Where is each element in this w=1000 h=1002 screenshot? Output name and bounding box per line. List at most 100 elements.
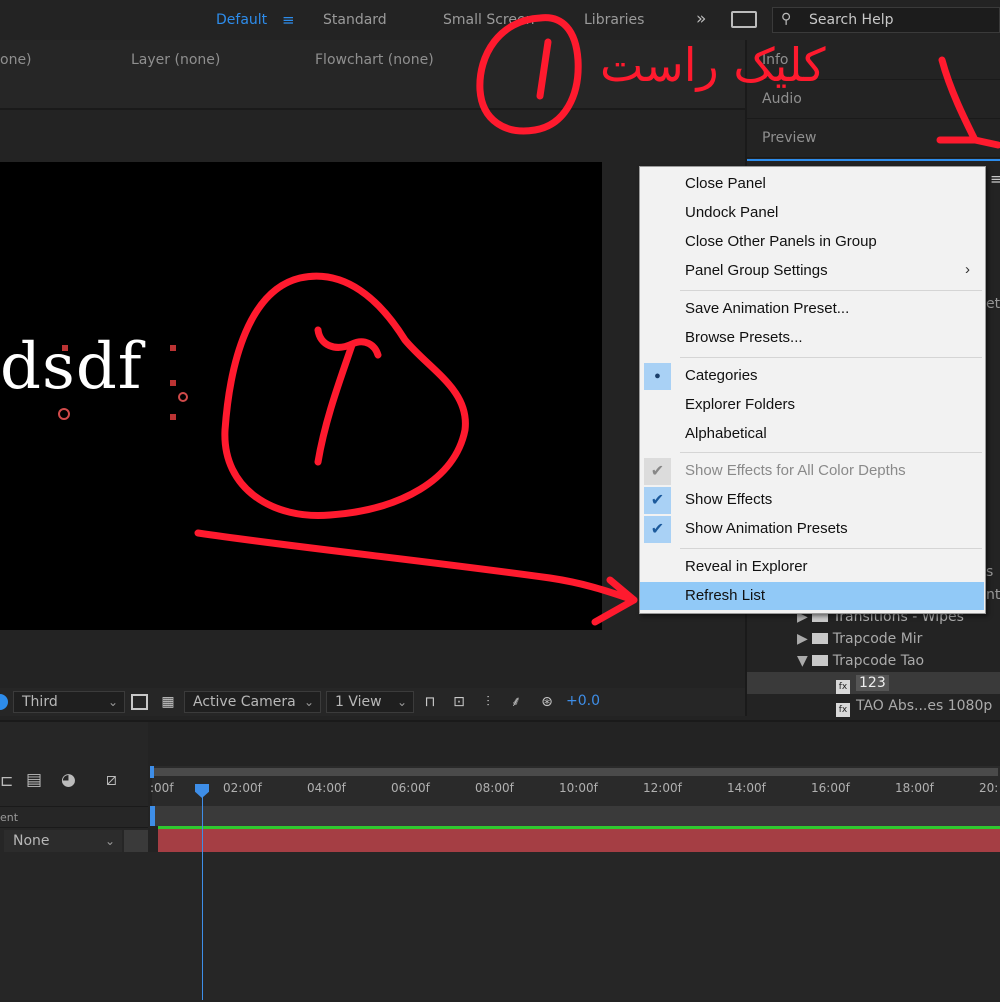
workspace-standard[interactable]: Standard: [323, 12, 387, 28]
anchor-point-icon[interactable]: [58, 408, 70, 420]
time-tick-label: 20:: [979, 781, 999, 795]
composition-text-layer[interactable]: dsdf: [0, 330, 142, 404]
tree-item-label: Trapcode Mir: [832, 631, 923, 647]
layer-tab[interactable]: Layer (none): [131, 52, 220, 68]
menu-item-save-animation-preset[interactable]: Save Animation Preset...: [640, 295, 984, 323]
time-tick-label: 14:00f: [727, 781, 766, 795]
time-tick-label: 12:00f: [643, 781, 682, 795]
panel-menu-icon[interactable]: ≡: [990, 170, 1000, 188]
fast-previews-icon[interactable]: ⊡: [450, 693, 468, 711]
resolution-value: Third: [22, 694, 58, 710]
time-tick-label: 10:00f: [559, 781, 598, 795]
audio-panel-tab[interactable]: Audio: [762, 91, 802, 107]
menu-item-explorer-folders[interactable]: Explorer Folders: [640, 391, 984, 419]
menu-item-undock-panel[interactable]: Undock Panel: [640, 199, 984, 227]
menu-item-label: Undock Panel: [685, 204, 779, 221]
menu-item-browse-presets[interactable]: Browse Presets...: [640, 324, 984, 352]
checkmark-icon: ✔: [644, 516, 671, 543]
workspace-menu-icon[interactable]: ≡: [282, 11, 295, 29]
comp-start-marker: [150, 806, 155, 826]
radio-dot-icon: ●: [644, 363, 671, 390]
menu-item-label: Panel Group Settings: [685, 262, 828, 279]
composition-tab[interactable]: one): [0, 52, 32, 68]
menu-item-label: Refresh List: [685, 587, 766, 604]
preview-panel-tab[interactable]: Preview: [762, 130, 817, 146]
tree-item-preset[interactable]: fx 123: [836, 675, 889, 694]
position-handle-icon[interactable]: [178, 392, 188, 402]
menu-item-label: Close Other Panels in Group: [685, 233, 877, 250]
text-bbox-handle[interactable]: [170, 380, 176, 386]
menu-item-label: Save Animation Preset...: [685, 300, 850, 317]
timeline-layer-controls: [0, 722, 148, 1000]
chevron-down-icon: ⌄: [396, 695, 407, 709]
tree-item-label: TAO Abs...es 1080p: [856, 698, 993, 714]
workspace-small-screen[interactable]: Small Screen: [443, 12, 534, 28]
menu-separator: [680, 357, 982, 358]
menu-item-categories[interactable]: ● Categories: [640, 362, 984, 390]
divider: [747, 157, 1000, 158]
timeline-icon[interactable]: ⫶: [479, 693, 497, 711]
checkmark-icon: ✔: [644, 458, 671, 485]
frame-blending-icon[interactable]: ▤: [26, 770, 42, 790]
transparency-grid-icon[interactable]: ▦: [159, 693, 177, 711]
flowchart-tab[interactable]: Flowchart (none): [315, 52, 434, 68]
menu-separator: [680, 290, 982, 291]
preset-name-edit[interactable]: 123: [856, 675, 889, 691]
text-bbox-handle[interactable]: [62, 345, 68, 351]
search-help-input[interactable]: ⚲ Search Help: [772, 7, 1000, 33]
reset-exposure-icon[interactable]: ⊛: [538, 693, 556, 711]
tree-item-folder[interactable]: ▶ Trapcode Mir: [797, 631, 922, 647]
workspace-libraries[interactable]: Libraries: [584, 12, 644, 28]
active-panel-indicator: [747, 159, 1000, 161]
toggle-pixel-aspect-icon[interactable]: ⊓: [421, 693, 439, 711]
menu-item-show-effects-all-depths: ✔ Show Effects for All Color Depths: [640, 457, 984, 485]
motion-blur-icon[interactable]: ◕: [61, 770, 76, 790]
work-area-start-handle[interactable]: [150, 766, 154, 778]
menu-item-label: Show Animation Presets: [685, 520, 848, 537]
empty-timeline-area: [148, 852, 1000, 1000]
menu-item-close-panel[interactable]: Close Panel: [640, 170, 984, 198]
menu-item-reveal-in-explorer[interactable]: Reveal in Explorer: [640, 553, 984, 581]
menu-item-show-effects[interactable]: ✔ Show Effects: [640, 486, 984, 514]
workspace-layout-icon[interactable]: [731, 11, 757, 28]
text-bbox-handle[interactable]: [170, 345, 176, 351]
menu-separator: [680, 452, 982, 453]
layer-row-cell: [124, 830, 148, 852]
menu-item-panel-group-settings[interactable]: Panel Group Settings ›: [640, 257, 984, 285]
chevron-down-icon: ⌄: [107, 695, 118, 709]
menu-item-refresh-list[interactable]: Refresh List: [640, 582, 984, 610]
resolution-dropdown[interactable]: Third ⌄: [13, 691, 125, 713]
camera-dropdown[interactable]: Active Camera ⌄: [184, 691, 321, 713]
current-time-indicator-line[interactable]: [202, 786, 203, 1000]
search-icon: ⚲: [781, 11, 792, 27]
menu-item-show-animation-presets[interactable]: ✔ Show Animation Presets: [640, 515, 984, 543]
divider: [747, 118, 1000, 119]
parent-link-dropdown[interactable]: None ⌄: [4, 830, 122, 852]
region-of-interest-icon[interactable]: [131, 694, 148, 710]
menu-item-label: Alphabetical: [685, 425, 767, 442]
menu-item-label: Close Panel: [685, 175, 766, 192]
graph-editor-icon[interactable]: ⧄: [106, 770, 117, 790]
column-header-row: [0, 806, 148, 828]
tree-item-folder[interactable]: ▼ Trapcode Tao: [797, 653, 924, 669]
exposure-value[interactable]: +0.0: [566, 693, 600, 709]
animation-preset-icon: fx: [836, 703, 850, 717]
workspace-default[interactable]: Default: [216, 12, 267, 28]
chevron-down-icon: ⌄: [303, 695, 314, 709]
menu-item-label: Explorer Folders: [685, 396, 796, 413]
tree-item-preset[interactable]: fx TAO Abs...es 1080p: [836, 698, 992, 717]
shy-layers-icon[interactable]: ⊏: [0, 771, 13, 790]
composition-time-bar: [152, 806, 1000, 826]
flowchart-icon[interactable]: ⸙: [507, 693, 525, 711]
time-tick-label: 06:00f: [391, 781, 430, 795]
workspace-overflow-icon[interactable]: »: [696, 9, 706, 29]
menu-item-alphabetical[interactable]: Alphabetical: [640, 420, 984, 448]
tree-item-label: Trapcode Tao: [832, 653, 925, 669]
time-tick-label: 02:00f: [223, 781, 262, 795]
work-area-bar[interactable]: [152, 768, 998, 776]
layer-duration-bar[interactable]: [158, 829, 1000, 852]
views-dropdown[interactable]: 1 View ⌄: [326, 691, 414, 713]
text-bbox-handle[interactable]: [170, 414, 176, 420]
camera-value: Active Camera: [193, 694, 296, 710]
menu-item-close-other-panels[interactable]: Close Other Panels in Group: [640, 228, 984, 256]
